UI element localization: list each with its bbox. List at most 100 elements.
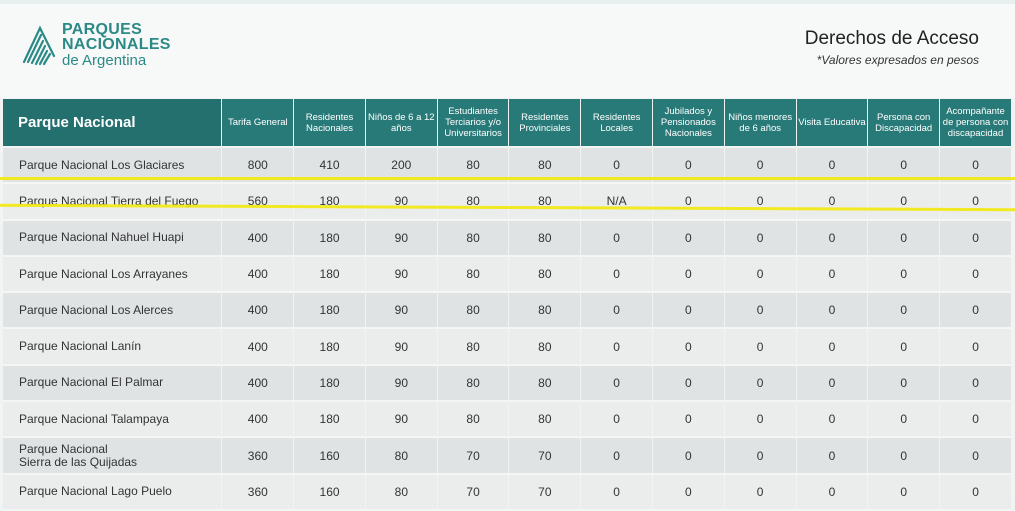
fee-cell: 0: [796, 256, 868, 294]
fee-cell: 70: [437, 474, 509, 511]
fee-cell: 0: [940, 402, 1011, 439]
fee-cell: 0: [653, 184, 724, 221]
table-row: Parque Nacional Nahuel Huapi 400 180 90 80 80…: [3, 220, 1011, 257]
fee-cell: 180: [294, 293, 365, 330]
fee-cell: 0: [868, 329, 940, 366]
table-row: Parque Nacional Sierra de las Quijadas 360…: [3, 438, 1011, 475]
fee-cell: 360: [222, 438, 294, 475]
table-body: Parque Nacional Los Glaciares 800 410 200 80…: [3, 148, 1011, 511]
fee-cell: 0: [653, 256, 724, 294]
fee-cell: 0: [796, 402, 868, 439]
fee-cell: 80: [509, 402, 581, 439]
fee-cell: 0: [868, 365, 940, 403]
fee-cell: 80: [509, 365, 581, 403]
park-name-cell: Parque Nacional Los Alerces: [3, 293, 222, 330]
column-header: Estudiantes Terciarios y/o Universitario…: [437, 99, 509, 148]
fee-cell: 80: [437, 184, 509, 221]
fee-cell: 0: [653, 220, 724, 257]
fee-cell: 0: [868, 438, 940, 475]
column-header: Residentes Provinciales: [509, 99, 581, 148]
fee-cell: 80: [509, 256, 581, 294]
column-header: Residentes Nacionales: [294, 99, 365, 148]
fee-cell: 0: [724, 256, 796, 294]
park-name-cell: Parque Nacional Nahuel Huapi: [3, 220, 222, 257]
table-header-row: Parque Nacional Tarifa General Residentes …: [3, 99, 1011, 148]
fee-cell: 70: [509, 474, 581, 511]
fee-cell: 0: [868, 402, 940, 439]
fee-cell: 0: [653, 402, 724, 439]
fee-cell: 0: [796, 220, 868, 257]
column-header: Visita Educativa: [796, 99, 868, 148]
park-name-cell: Parque Nacional Sierra de las Quijadas: [3, 438, 222, 475]
document-page: PARQUES NACIONALES de Argentina Derechos…: [0, 0, 1015, 511]
fee-cell: 0: [796, 474, 868, 511]
fee-cell: 0: [724, 293, 796, 330]
fee-cell: 80: [437, 293, 509, 330]
fee-cell: 80: [509, 220, 581, 257]
park-name-cell: Parque Nacional Lanín: [3, 329, 222, 366]
fee-cell: 80: [365, 438, 437, 475]
fee-cell: 0: [653, 438, 724, 475]
fee-cell: 180: [294, 184, 365, 221]
fee-cell: 180: [294, 402, 365, 439]
fee-cell: 0: [581, 402, 652, 439]
fee-cell: 0: [581, 438, 652, 475]
fee-cell: 0: [653, 293, 724, 330]
fee-cell: 0: [940, 256, 1011, 294]
table-row: Parque Nacional Talampaya 400 180 90 80 80 0 0 0…: [3, 402, 1011, 439]
column-header: Persona con Discapacidad: [868, 99, 940, 148]
logo-leaf-icon: [22, 25, 56, 66]
column-header: Niños menores de 6 años: [724, 99, 796, 148]
fee-cell: 0: [868, 256, 940, 294]
table-row: Parque Nacional El Palmar 400 180 90 80 80 0 0 0…: [3, 365, 1011, 403]
park-name-cell: Parque Nacional El Palmar: [3, 365, 222, 403]
fee-cell: 0: [653, 474, 724, 511]
table-row: Parque Nacional Los Alerces 400 180 90 80 80 0…: [3, 293, 1011, 330]
fee-cell: 0: [940, 474, 1011, 511]
column-header: Tarifa General: [222, 99, 294, 148]
fee-cell: 0: [796, 293, 868, 330]
parques-nacionales-logo: PARQUES NACIONALES de Argentina: [20, 22, 190, 72]
fee-cell: 0: [581, 474, 652, 511]
fee-cell: 80: [437, 402, 509, 439]
fee-cell: 400: [222, 402, 294, 439]
fee-cell: 0: [724, 402, 796, 439]
fee-cell: 400: [222, 329, 294, 366]
fee-cell: 400: [222, 220, 294, 257]
fee-cell: 80: [437, 256, 509, 294]
fee-cell: 0: [581, 329, 652, 366]
fee-cell: 70: [437, 438, 509, 475]
fee-cell: 80: [437, 220, 509, 257]
fee-cell: 0: [653, 365, 724, 403]
fee-cell: 560: [222, 184, 294, 221]
park-name-cell: Parque Nacional Talampaya: [3, 402, 222, 439]
fee-cell: 0: [868, 220, 940, 257]
fee-cell: 400: [222, 365, 294, 403]
fee-cell: 0: [796, 184, 868, 221]
fee-cell: 90: [365, 220, 437, 257]
table-row: Parque Nacional Lanín 400 180 90 80 80 0 0 0 0 0 0: [3, 329, 1011, 366]
title-block: Derechos de Acceso *Valores expresados e…: [805, 28, 979, 67]
fee-cell: 0: [796, 438, 868, 475]
fee-cell: N/A: [581, 184, 652, 221]
fee-cell: 0: [940, 220, 1011, 257]
fee-cell: 90: [365, 329, 437, 366]
fee-cell: 180: [294, 256, 365, 294]
fee-cell: 0: [796, 365, 868, 403]
fee-cell: 0: [868, 293, 940, 330]
logo-text-line2: NACIONALES: [62, 36, 171, 53]
fee-cell: 0: [724, 329, 796, 366]
rates-table: Parque Nacional Tarifa General Residentes …: [2, 99, 1012, 511]
fee-cell: 70: [509, 438, 581, 475]
fee-cell: 90: [365, 256, 437, 294]
column-header: Jubilados y Pensionados Nacionales: [653, 99, 724, 148]
fee-cell: 0: [940, 293, 1011, 330]
fee-cell: 80: [509, 329, 581, 366]
fee-cell: 0: [724, 220, 796, 257]
fee-cell: 0: [724, 438, 796, 475]
table-row: Parque Nacional Tierra del Fuego 560 180 90…: [3, 184, 1011, 221]
page-title: Derechos de Acceso: [804, 28, 979, 49]
fee-cell: 80: [437, 329, 509, 366]
fee-cell: 0: [581, 293, 652, 330]
fee-cell: 0: [940, 184, 1011, 221]
